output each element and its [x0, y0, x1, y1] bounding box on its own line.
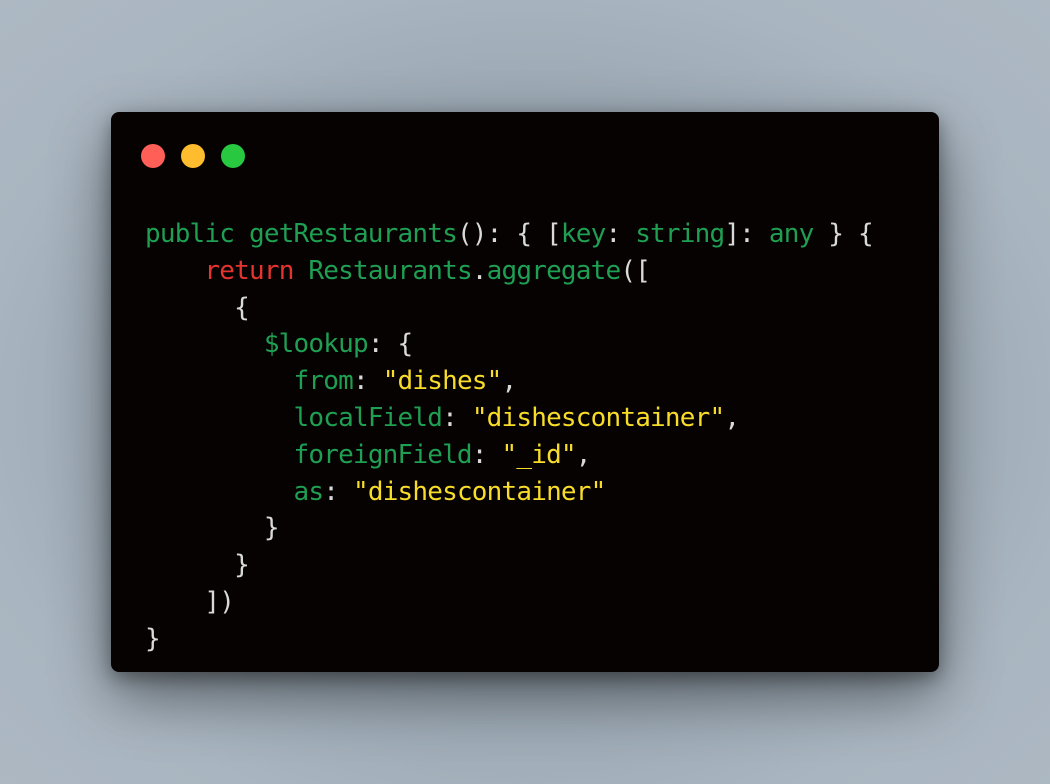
code-line: from: "dishes",	[145, 363, 873, 400]
close-window-button[interactable]	[141, 144, 165, 168]
code-token: ,	[501, 366, 518, 397]
code-line: }	[145, 547, 873, 584]
code-token: any	[768, 219, 814, 249]
code-token: "_id"	[501, 439, 577, 470]
code-token: :	[323, 476, 353, 507]
code-token: ]:	[724, 219, 769, 249]
code-token: string	[635, 219, 725, 249]
code-token: :	[442, 402, 472, 433]
code-token: (): { [	[456, 219, 562, 249]
code-token: ([	[620, 255, 651, 286]
code-token: key	[560, 219, 606, 249]
code-token: }	[263, 513, 280, 544]
minimize-window-button[interactable]	[181, 144, 205, 168]
code-token: Restaurants	[308, 255, 472, 286]
code-token: }	[145, 623, 161, 654]
code-token: "dishescontainer"	[352, 476, 606, 507]
code-token: return	[204, 255, 309, 286]
code-line: localField: "dishescontainer",	[145, 400, 873, 437]
code-token: "dishescontainer"	[471, 402, 725, 433]
code-line: }	[145, 510, 873, 547]
code-token: getRestaurants	[248, 219, 458, 249]
code-token: :	[471, 439, 502, 470]
code-line: ])	[145, 584, 873, 621]
code-line: foreignField: "_id",	[145, 437, 873, 474]
code-token: } {	[813, 219, 873, 249]
code-token: $lookup	[263, 329, 369, 360]
code-token: localField	[293, 402, 443, 433]
code-token: : {	[367, 329, 413, 360]
window-titlebar	[111, 112, 939, 192]
code-token: from	[293, 366, 354, 397]
code-token: :	[605, 219, 636, 249]
code-block: public getRestaurants(): { [key: string]…	[145, 216, 874, 658]
code-line: as: "dishescontainer"	[145, 474, 873, 511]
code-window: public getRestaurants(): { [key: string]…	[111, 112, 939, 672]
code-token: .	[471, 255, 488, 286]
code-token: :	[352, 366, 383, 397]
code-line: {	[145, 290, 873, 327]
code-token: as	[293, 476, 325, 507]
code-token: ,	[575, 439, 592, 470]
code-token: aggregate	[486, 255, 621, 286]
code-token: ,	[724, 402, 740, 433]
code-token: }	[234, 550, 250, 581]
code-token: "dishes"	[382, 366, 503, 397]
code-line: $lookup: {	[145, 326, 873, 363]
code-token: ])	[204, 586, 235, 617]
code-line: }	[145, 621, 873, 658]
code-token: public	[145, 219, 249, 249]
code-line: return Restaurants.aggregate([	[145, 253, 873, 290]
code-line: public getRestaurants(): { [key: string]…	[145, 216, 874, 253]
zoom-window-button[interactable]	[221, 144, 245, 168]
code-token: foreignField	[293, 439, 473, 470]
code-token: {	[234, 292, 250, 323]
